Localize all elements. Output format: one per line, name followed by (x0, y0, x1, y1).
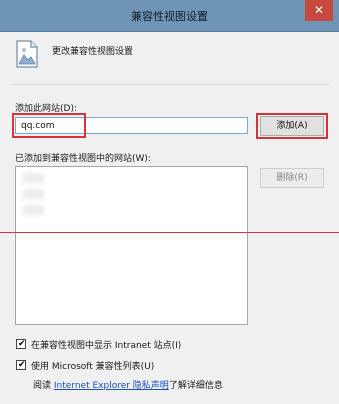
compatibility-view-page-icon (16, 40, 38, 68)
ms-list-checkbox-label: 使用 Microsoft 兼容性列表(U) (31, 362, 155, 372)
add-button[interactable]: 添加(A) (260, 116, 324, 136)
privacy-footer: 阅读 Internet Explorer 隐私声明了解详细信息 (33, 378, 223, 391)
check-icon: ✔ (18, 339, 26, 349)
footer-prefix: 阅读 (33, 381, 54, 391)
add-site-label: 添加此网站(D): (15, 104, 77, 114)
close-icon: ✕ (313, 3, 325, 17)
site-list[interactable] (15, 166, 248, 325)
intranet-checkbox-label: 在兼容性视图中显示 Intranet 站点(I) (31, 341, 182, 351)
footer-suffix: 了解详细信息 (168, 381, 223, 391)
close-button[interactable]: ✕ (305, 0, 333, 21)
check-icon: ✔ (18, 360, 26, 370)
add-site-input-wrapper (15, 117, 248, 134)
title-bar[interactable]: 兼容性视图设置 ✕ (0, 0, 339, 32)
header-text: 更改兼容性视图设置 (52, 47, 134, 57)
dialog-title: 兼容性视图设置 (131, 10, 208, 23)
list-item[interactable] (22, 189, 44, 199)
delete-button[interactable]: 删除(R) (260, 168, 324, 188)
add-site-input[interactable] (16, 118, 247, 133)
list-item[interactable] (22, 173, 44, 183)
divider (11, 84, 329, 85)
compatibility-view-dialog: 兼容性视图设置 ✕ 更改兼容性视图设置 添加此网站(D): 添加(A) 已添加到… (0, 0, 339, 404)
list-item[interactable] (22, 205, 44, 215)
ms-list-checkbox[interactable]: ✔ (16, 360, 26, 370)
annotation-line (0, 232, 339, 233)
site-list-label: 已添加到兼容性视图中的网站(W): (15, 154, 151, 164)
privacy-link[interactable]: Internet Explorer 隐私声明 (54, 381, 169, 391)
intranet-checkbox[interactable]: ✔ (16, 339, 26, 349)
